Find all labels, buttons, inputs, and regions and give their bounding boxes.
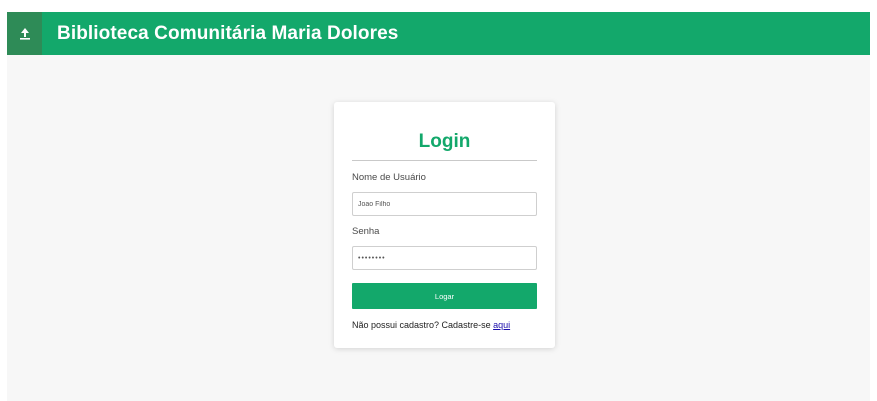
signup-prompt-line: Não possui cadastro? Cadastre-se aqui bbox=[352, 320, 510, 330]
page-background: Biblioteca Comunitária Maria Dolores Log… bbox=[7, 12, 870, 401]
login-card: Login Nome de Usuário Senha Logar Não po… bbox=[334, 102, 555, 348]
tree-icon bbox=[19, 27, 31, 41]
signup-link[interactable]: aqui bbox=[493, 320, 510, 330]
username-input[interactable] bbox=[352, 192, 537, 216]
logo[interactable] bbox=[7, 12, 42, 55]
app-header: Biblioteca Comunitária Maria Dolores bbox=[7, 12, 870, 55]
signup-prompt-text: Não possui cadastro? Cadastre-se bbox=[352, 320, 491, 330]
password-label: Senha bbox=[352, 226, 380, 237]
app-title: Biblioteca Comunitária Maria Dolores bbox=[57, 22, 399, 44]
title-divider bbox=[352, 160, 537, 161]
username-label: Nome de Usuário bbox=[352, 172, 426, 183]
login-button[interactable]: Logar bbox=[352, 283, 537, 309]
password-input[interactable] bbox=[352, 246, 537, 270]
login-title: Login bbox=[418, 131, 471, 152]
